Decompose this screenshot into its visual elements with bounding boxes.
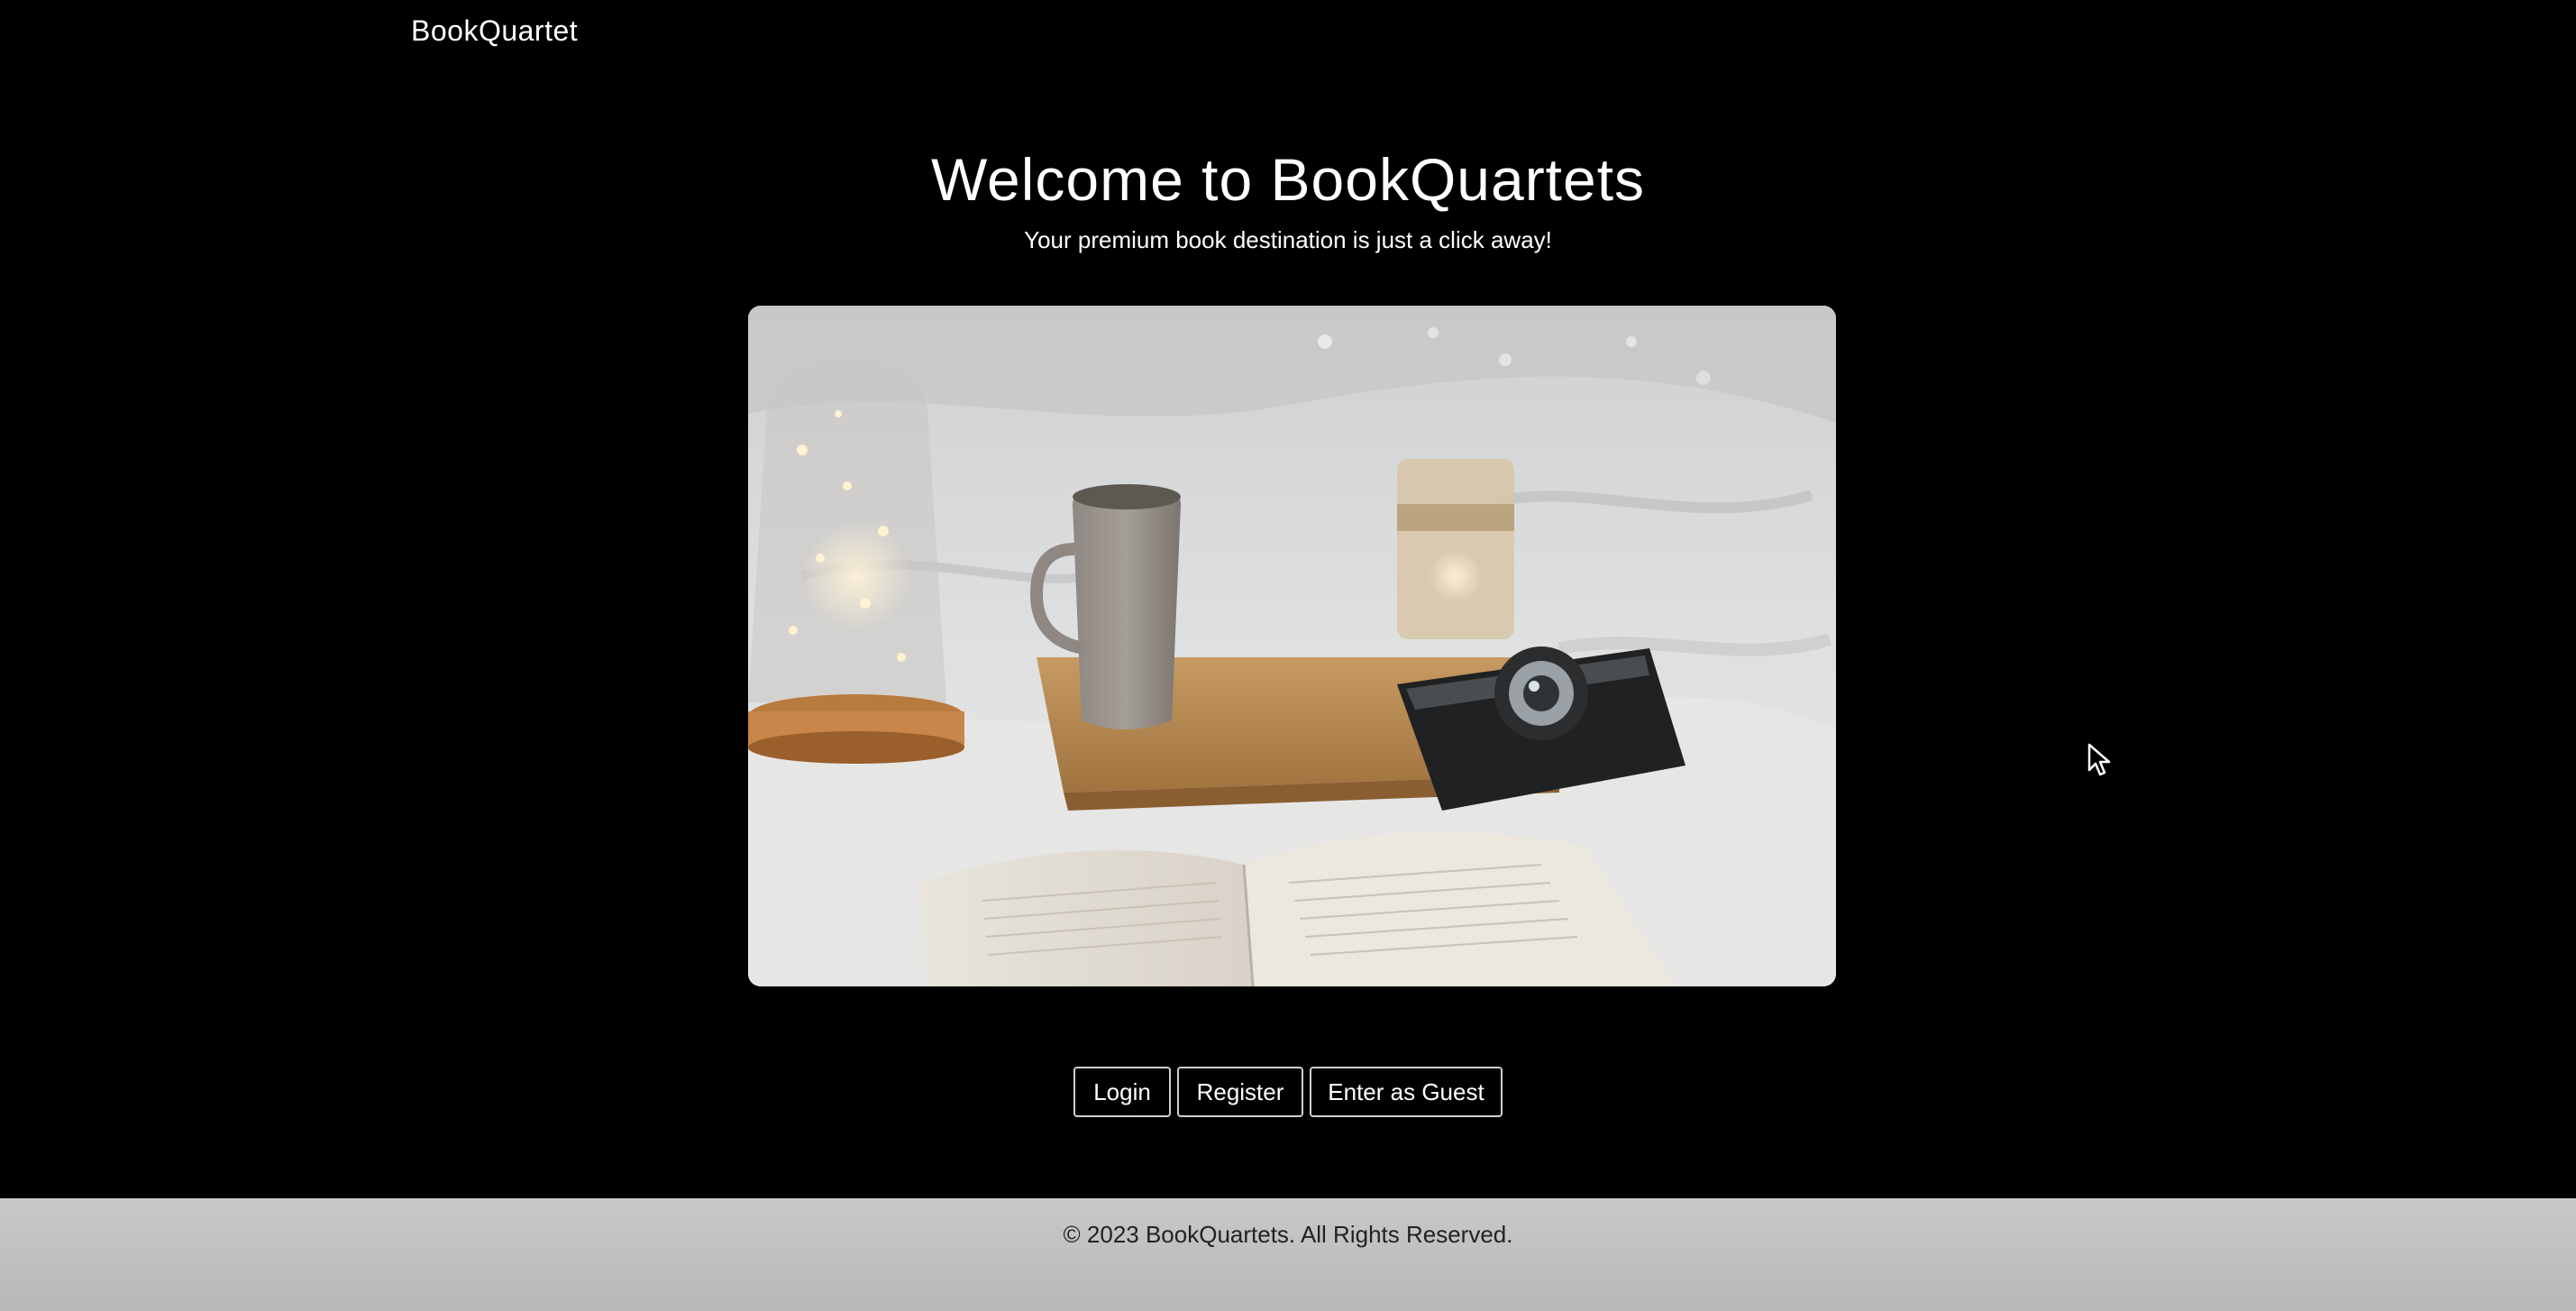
login-button[interactable]: Login [1073,1067,1171,1117]
navbar: BookQuartet [0,0,2576,63]
brand-logo-link[interactable]: BookQuartet [411,13,578,49]
page-title: Welcome to BookQuartets [930,146,1646,213]
hero-photo-illustration [748,306,1836,986]
page-subtitle: Your premium book destination is just a … [1024,226,1552,253]
mouse-pointer-icon [2087,743,2111,776]
landing-page: BookQuartet Welcome to BookQuartets Your… [0,0,2576,1311]
enter-as-guest-button[interactable]: Enter as Guest [1310,1067,1503,1117]
register-button[interactable]: Register [1177,1067,1303,1117]
footer: © 2023 BookQuartets. All Rights Reserved… [0,1198,2576,1311]
hero-image [748,306,1836,986]
auth-button-group: Login Register Enter as Guest [0,1067,2576,1117]
footer-copyright: © 2023 BookQuartets. All Rights Reserved… [1063,1221,1513,1248]
